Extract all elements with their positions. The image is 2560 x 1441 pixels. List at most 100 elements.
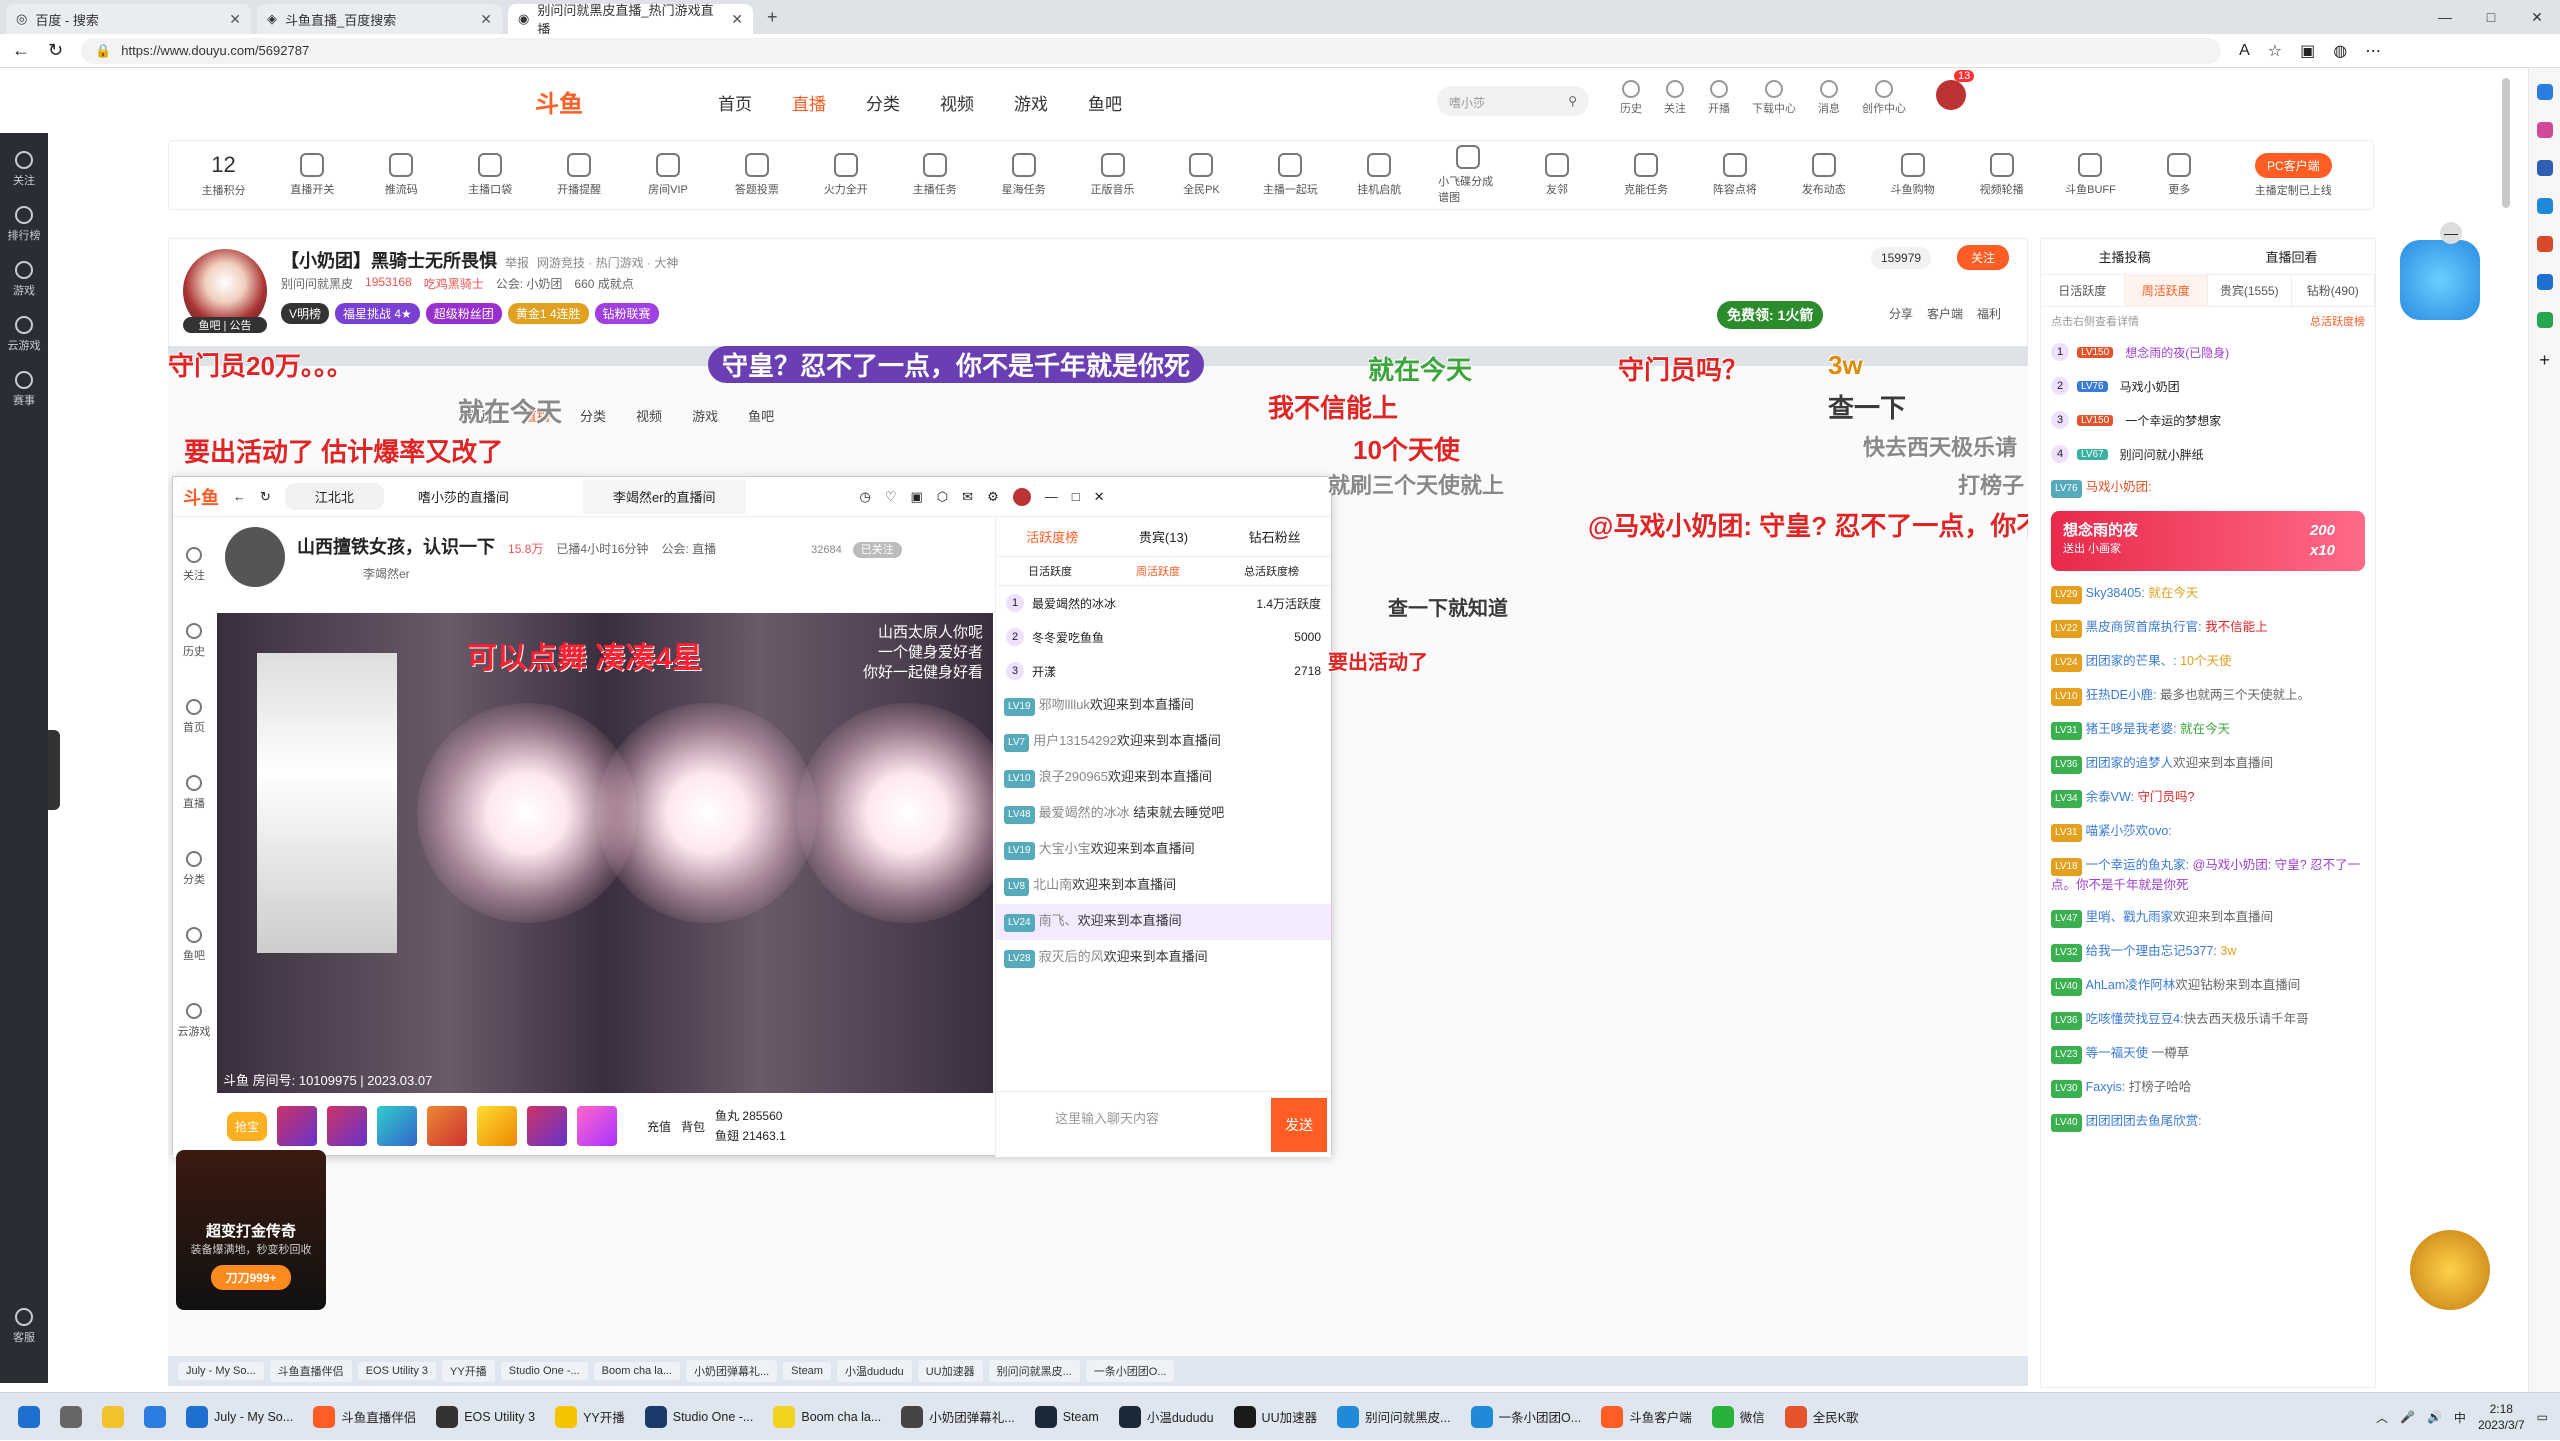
- close-tab-icon[interactable]: ✕: [731, 11, 743, 28]
- close-tab-icon[interactable]: ✕: [229, 11, 241, 28]
- rank-row[interactable]: 1 最爱竭然的冰冰 1.4万活跃度: [996, 586, 1331, 620]
- taskbar-app[interactable]: YY开播: [547, 1397, 633, 1437]
- taskbar-app[interactable]: 一条小团团O...: [1463, 1397, 1590, 1437]
- rail-service[interactable]: 客服: [13, 1308, 35, 1345]
- notification-icon[interactable]: ▭: [2537, 1410, 2548, 1424]
- rail-rank[interactable]: 排行榜: [8, 206, 41, 243]
- history-icon[interactable]: ◷: [860, 489, 871, 505]
- taskbar-app[interactable]: Studio One -...: [637, 1397, 762, 1437]
- collections-icon[interactable]: ▣: [2300, 41, 2315, 61]
- free-gift-button[interactable]: 免费领: 1火箭: [1717, 301, 1824, 329]
- taskbar-app[interactable]: 小奶团弹幕礼...: [893, 1397, 1022, 1437]
- toolbar-item[interactable]: 主播一起玩: [1260, 153, 1320, 197]
- room-category[interactable]: 网游竞技 · 热门游戏 · 大神: [537, 256, 678, 270]
- input-lang[interactable]: 中: [2454, 1409, 2466, 1426]
- search-icon[interactable]: [2536, 84, 2553, 100]
- tab-vip[interactable]: 贵宾(13): [1139, 527, 1188, 546]
- game-ad[interactable]: 超变打金传奇 装备爆满地，秒变秒回收 刀刀999+: [176, 1150, 326, 1310]
- mail-button[interactable]: [136, 1397, 174, 1437]
- rank-row[interactable]: 1 LV150 想念雨的夜(已隐身): [2041, 335, 2375, 369]
- taskbar-app[interactable]: 别问问就黑皮...: [1329, 1397, 1458, 1437]
- maximize-icon[interactable]: □: [1072, 489, 1080, 504]
- popup-tab[interactable]: 嗜小莎的直播间: [398, 487, 569, 506]
- tab-replay[interactable]: 直播回看: [2265, 247, 2317, 266]
- report-link[interactable]: 举报: [505, 256, 529, 270]
- full-rank-link[interactable]: 总活跃度榜: [2310, 313, 2365, 329]
- rank-row[interactable]: 4 LV67 别问问就小胖纸: [2041, 437, 2375, 471]
- popup-video[interactable]: 可以点舞 凑凑4星 山西太原人你呢 一个健身爱好者 你好一起健身好看 斗鱼 房间…: [217, 613, 993, 1093]
- gift-item[interactable]: [427, 1106, 468, 1146]
- popup-side-cloudgame[interactable]: 云游戏: [178, 1003, 211, 1039]
- client-link[interactable]: 客户端: [1927, 305, 1963, 322]
- toolbar-item[interactable]: 挂机启航: [1349, 153, 1409, 197]
- toolbar-item[interactable]: 火力全开: [816, 153, 876, 197]
- browser-tab-baidu[interactable]: ◎ 百度 - 搜索 ✕: [6, 4, 251, 34]
- start-stream-button[interactable]: 开播: [1708, 80, 1730, 116]
- taskbar-app[interactable]: Boom cha la...: [765, 1397, 889, 1437]
- volume-icon[interactable]: 🔊: [2427, 1410, 2442, 1424]
- nav-live[interactable]: 直播: [792, 90, 826, 115]
- taskbar-app[interactable]: 斗鱼客户端: [1593, 1397, 1700, 1437]
- tray-chevron-icon[interactable]: ︿: [2376, 1409, 2388, 1426]
- popup-chat-input[interactable]: 这里输入聊天内容 发送: [995, 1091, 1331, 1157]
- favorite-icon[interactable]: ☆: [2268, 41, 2282, 61]
- creator-button[interactable]: 创作中心: [1862, 80, 1906, 116]
- back-icon[interactable]: ←: [233, 489, 246, 504]
- toolbar-item[interactable]: 主播任务: [905, 153, 965, 197]
- back-icon[interactable]: ←: [12, 40, 30, 61]
- gift-item[interactable]: [327, 1106, 368, 1146]
- refresh-icon[interactable]: ↻: [48, 40, 63, 61]
- explorer-button[interactable]: [94, 1397, 132, 1437]
- toolbar-item[interactable]: 克能任务: [1616, 153, 1676, 197]
- search-icon[interactable]: ⚲: [1568, 94, 1577, 108]
- float-activity-widget[interactable]: [2400, 240, 2480, 320]
- float-treasure-widget[interactable]: [2410, 1230, 2490, 1310]
- site-search-input[interactable]: 嗜小莎 ⚲: [1437, 86, 1589, 116]
- heart-icon[interactable]: ♡: [885, 489, 897, 505]
- badge[interactable]: 福星挑战 4★: [335, 303, 420, 324]
- close-float-icon[interactable]: —: [2440, 222, 2462, 244]
- badge[interactable]: 超级粉丝团: [425, 303, 502, 324]
- follow-button[interactable]: 关注: [1664, 80, 1686, 116]
- message-button[interactable]: 消息: [1818, 80, 1840, 116]
- rail-cloud-game[interactable]: 云游戏: [8, 316, 41, 353]
- toolbar-item[interactable]: 答题投票: [727, 153, 787, 197]
- badge[interactable]: 钻粉联赛: [594, 303, 659, 324]
- toolbar-item[interactable]: 阵容点将: [1705, 153, 1765, 197]
- gift-item[interactable]: [527, 1106, 568, 1146]
- gift-item[interactable]: [477, 1106, 518, 1146]
- taskbar-app[interactable]: 全民K歌: [1777, 1397, 1867, 1437]
- rank-row[interactable]: 3 开漾 2718: [996, 654, 1331, 688]
- taskbar-app[interactable]: Steam: [1027, 1397, 1107, 1437]
- url-field[interactable]: 🔒 https://www.douyu.com/5692787: [81, 37, 2222, 64]
- download-button[interactable]: 下载中心: [1752, 80, 1796, 116]
- popup-tab-active[interactable]: 李竭然er的直播间: [582, 479, 746, 514]
- share-link[interactable]: 分享: [1889, 305, 1913, 322]
- toolbar-item[interactable]: 视频轮播: [1972, 153, 2032, 197]
- toolbar-item[interactable]: 小飞碟分成谱图: [1438, 145, 1498, 205]
- message-icon[interactable]: ✉: [962, 489, 973, 505]
- pc-client-item[interactable]: PC客户端 主播定制已上线: [2238, 152, 2348, 198]
- minimize-icon[interactable]: —: [1045, 489, 1058, 504]
- tools-icon[interactable]: [2536, 160, 2553, 176]
- avatar-caption[interactable]: 鱼吧 | 公告: [183, 317, 267, 333]
- nav-home[interactable]: 首页: [718, 90, 752, 115]
- welfare-link[interactable]: 福利: [1977, 305, 2001, 322]
- profile-icon[interactable]: ◍: [2333, 41, 2347, 61]
- tab-diamond[interactable]: 钻石粉丝: [1249, 527, 1301, 546]
- popup-host-avatar[interactable]: [225, 527, 285, 587]
- badge[interactable]: 黄金1 4连胜: [507, 303, 589, 324]
- close-icon[interactable]: ✕: [1094, 489, 1105, 505]
- toolbar-item[interactable]: 直播开关: [282, 153, 342, 197]
- more-icon[interactable]: ⋯: [2365, 41, 2381, 61]
- expand-sidebar-handle[interactable]: [48, 730, 60, 810]
- settings-icon[interactable]: ⚙: [987, 489, 999, 505]
- popup-side-category[interactable]: 分类: [183, 851, 205, 887]
- camera-icon[interactable]: ▣: [911, 489, 923, 505]
- taskbar-app[interactable]: UU加速器: [1226, 1397, 1326, 1437]
- toolbar-item[interactable]: 全民PK: [1171, 153, 1231, 197]
- popup-followed-button[interactable]: 已关注: [852, 542, 902, 558]
- rail-game[interactable]: 游戏: [13, 261, 35, 298]
- toolbar-item[interactable]: 房间VIP: [638, 153, 698, 197]
- office-icon[interactable]: [2536, 236, 2553, 252]
